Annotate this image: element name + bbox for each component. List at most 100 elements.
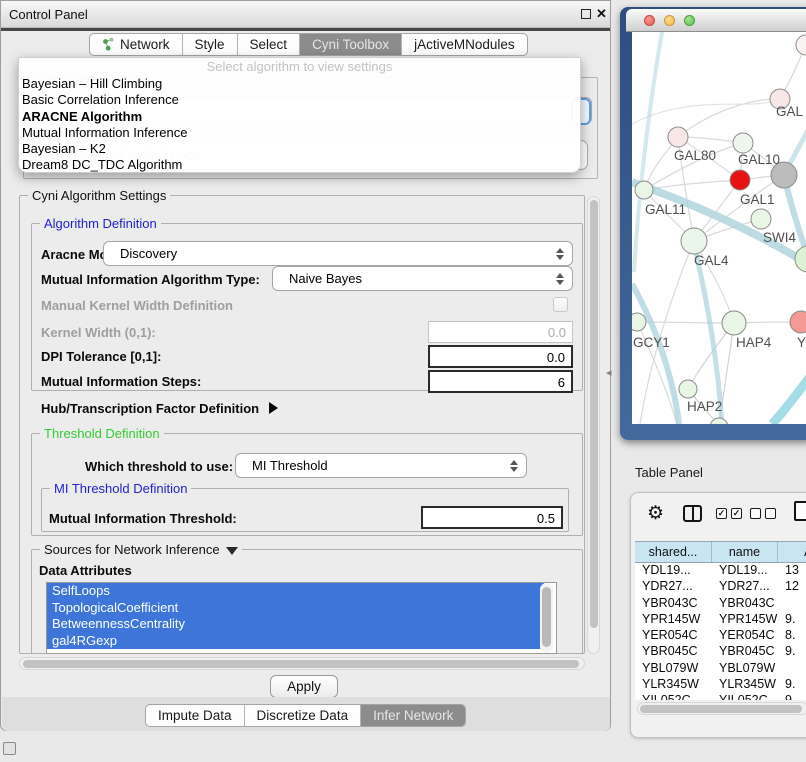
select-all-icon[interactable]: ✓✓: [716, 508, 742, 519]
minimize-traffic-icon[interactable]: [664, 15, 675, 26]
mi-type-combo[interactable]: Naive Bayes: [272, 266, 573, 291]
tab-select[interactable]: Select: [238, 34, 301, 55]
dropdown-item[interactable]: ARACNE Algorithm: [19, 109, 580, 125]
attribute-list-item[interactable]: SelfLoops: [47, 583, 544, 600]
table-row[interactable]: YBR043CYBR043C: [635, 596, 806, 612]
network-node[interactable]: [796, 35, 806, 55]
table-cell: [778, 596, 806, 612]
tab-jactivemnodules[interactable]: jActiveMNodules: [402, 34, 527, 55]
threshold-definition-title: Threshold Definition: [40, 426, 164, 441]
table-hscroll-thumb[interactable]: [640, 705, 802, 713]
deselect-all-icon[interactable]: [750, 508, 776, 519]
column-header-name[interactable]: name: [712, 542, 778, 562]
network-canvas[interactable]: GALGAL80GAL10GAL1GAL11SWI4GAL4GCY1HAP4YH…: [632, 32, 806, 424]
table-cell: YDL19...: [712, 563, 778, 579]
expand-right-icon[interactable]: [269, 402, 278, 414]
close-icon[interactable]: ✕: [596, 6, 607, 22]
tab-impute-data[interactable]: Impute Data: [146, 705, 245, 726]
network-window-titlebar[interactable]: [626, 9, 806, 32]
attributes-scroll-thumb[interactable]: [542, 587, 551, 647]
collapse-down-icon[interactable]: [226, 547, 238, 555]
tab-network-label: Network: [120, 37, 170, 52]
dropdown-item[interactable]: Mutual Information Inference: [19, 125, 580, 141]
hub-definition-toggle[interactable]: Hub/Transcription Factor Definition: [41, 401, 278, 416]
table-cell: 12: [778, 579, 806, 595]
mi-threshold-field[interactable]: 0.5: [421, 506, 563, 529]
dropdown-item[interactable]: Basic Correlation Inference: [19, 92, 580, 108]
network-node-label: GAL1: [740, 192, 775, 207]
table-cell: YBR045C: [712, 644, 778, 660]
table-row[interactable]: YER054CYER054C8.: [635, 628, 806, 644]
network-node-gal1[interactable]: [730, 170, 750, 190]
data-attributes-list[interactable]: SelfLoopsTopologicalCoefficientBetweenne…: [46, 582, 557, 654]
sources-group-title[interactable]: Sources for Network Inference: [40, 542, 242, 557]
dock-icon[interactable]: [3, 742, 16, 755]
network-node-hap4[interactable]: [722, 311, 746, 335]
network-node-gal80[interactable]: [668, 127, 688, 147]
dropdown-item[interactable]: Dream8 DC_TDC Algorithm: [19, 157, 580, 173]
control-panel-window: Control Panel ✕ Network Style Select Cyn…: [0, 0, 611, 731]
settings-horizontal-scrollbar[interactable]: [19, 657, 585, 670]
document-icon[interactable]: [794, 501, 806, 521]
network-node-hap2[interactable]: [679, 380, 697, 398]
dpi-tolerance-label: DPI Tolerance [0,1]:: [41, 349, 161, 364]
mi-steps-field[interactable]: 6: [428, 370, 573, 393]
table-row[interactable]: YDL19...YDL19...13: [635, 563, 806, 579]
table-row[interactable]: YIL052CYIL052C9: [635, 693, 806, 700]
dpi-tolerance-field[interactable]: 0.0: [428, 345, 573, 368]
table-row[interactable]: YBL079WYBL079W: [635, 661, 806, 677]
network-node-gcy1[interactable]: [632, 313, 646, 331]
network-node-gal4[interactable]: [681, 228, 707, 254]
attribute-list-item[interactable]: gal4RGexp: [47, 633, 544, 650]
attribute-list-item[interactable]: BetweennessCentrality: [47, 616, 544, 633]
network-view-window[interactable]: GALGAL80GAL10GAL1GAL11SWI4GAL4GCY1HAP4YH…: [620, 7, 806, 440]
close-traffic-icon[interactable]: [644, 15, 655, 26]
table-horizontal-scrollbar[interactable]: [637, 702, 806, 715]
table-cell: YLR345W: [712, 677, 778, 693]
network-node-label: GAL80: [674, 148, 716, 163]
column-header-cutoff[interactable]: A: [778, 542, 806, 562]
network-node-gal10[interactable]: [733, 133, 753, 153]
table-cell: YPR145W: [635, 612, 712, 628]
spinner-arrows-icon: [506, 460, 522, 472]
spinner-arrows-icon: [552, 273, 568, 285]
table-cell: YBR045C: [635, 644, 712, 660]
which-threshold-combo[interactable]: MI Threshold: [235, 453, 527, 478]
tab-network[interactable]: Network: [90, 34, 183, 55]
control-panel-tabbar: Network Style Select Cyni Toolbox jActiv…: [89, 33, 528, 56]
network-node-swi4[interactable]: [751, 209, 771, 229]
aracne-mode-combo[interactable]: Discovery: [103, 241, 573, 266]
tab-infer-network[interactable]: Infer Network: [361, 705, 465, 726]
tab-style[interactable]: Style: [183, 34, 238, 55]
control-panel-title: Control Panel: [9, 7, 88, 22]
control-panel-titlebar[interactable]: Control Panel ✕: [1, 1, 610, 28]
tab-discretize-data[interactable]: Discretize Data: [245, 705, 362, 726]
kernel-width-field[interactable]: 0.0: [428, 321, 573, 343]
column-header-shared-name[interactable]: shared...: [635, 542, 712, 562]
spinner-arrows-icon: [552, 248, 568, 260]
settings-hscroll-thumb[interactable]: [23, 660, 579, 668]
settings-vertical-scrollbar[interactable]: [587, 196, 600, 654]
network-node[interactable]: [795, 246, 806, 272]
gear-icon[interactable]: ⚙: [647, 502, 664, 525]
table-row[interactable]: YDR27...YDR27...12: [635, 579, 806, 595]
network-node-gal11[interactable]: [635, 181, 653, 199]
algorithm-definition-title: Algorithm Definition: [40, 216, 161, 231]
apply-button[interactable]: Apply: [270, 675, 338, 698]
split-pane-collapse-icon[interactable]: ◂: [606, 366, 612, 379]
attribute-list-item[interactable]: TopologicalCoefficient: [47, 600, 544, 617]
settings-vscroll-thumb[interactable]: [590, 200, 598, 628]
table-row[interactable]: YBR045CYBR045C9.: [635, 644, 806, 660]
manual-kernel-checkbox[interactable]: [553, 297, 568, 312]
float-window-icon[interactable]: [581, 9, 591, 19]
zoom-traffic-icon[interactable]: [684, 15, 695, 26]
tab-cyni-toolbox[interactable]: Cyni Toolbox: [300, 34, 402, 55]
columns-icon[interactable]: [683, 505, 702, 522]
table-row[interactable]: YLR345WYLR345W9.: [635, 677, 806, 693]
dropdown-item[interactable]: Bayesian – K2: [19, 141, 580, 157]
attributes-scrollbar[interactable]: [540, 583, 553, 653]
table-row[interactable]: YPR145WYPR145W9.: [635, 612, 806, 628]
network-node-y[interactable]: [790, 311, 806, 333]
manual-kernel-label: Manual Kernel Width Definition: [41, 298, 233, 313]
dropdown-item[interactable]: Bayesian – Hill Climbing: [19, 76, 580, 92]
